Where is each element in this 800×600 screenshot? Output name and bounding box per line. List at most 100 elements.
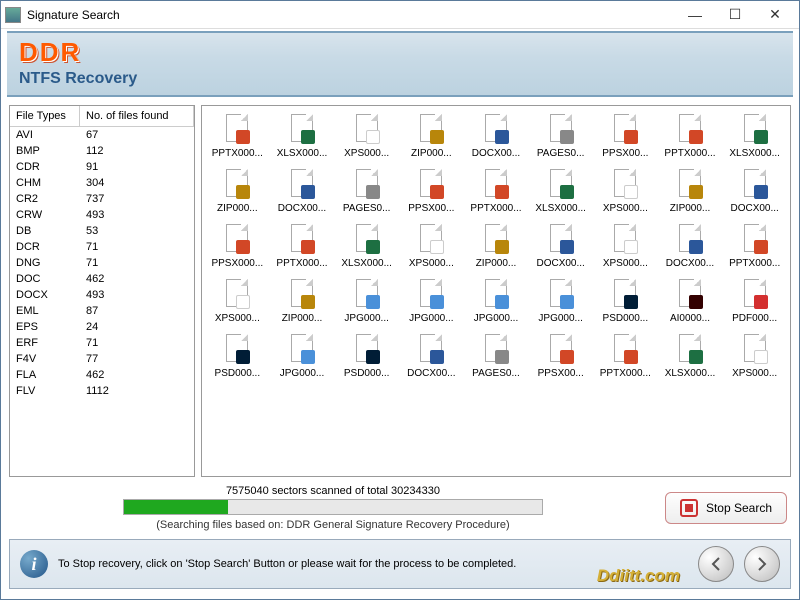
file-item[interactable]: PPTX000... [659, 114, 722, 159]
file-item[interactable]: JPG000... [529, 279, 592, 324]
table-row[interactable]: EML87 [10, 303, 194, 319]
xlsx-badge-icon [301, 130, 315, 144]
file-item[interactable]: XLSX000... [723, 114, 786, 159]
file-item[interactable]: ZIP000... [206, 169, 269, 214]
file-item[interactable]: PPTX000... [465, 169, 528, 214]
col-file-types[interactable]: File Types [10, 106, 80, 126]
file-item[interactable]: PPTX000... [594, 334, 657, 379]
cell-count: 493 [80, 287, 194, 303]
file-item[interactable]: XPS000... [723, 334, 786, 379]
cell-count: 24 [80, 319, 194, 335]
table-row[interactable]: DNG71 [10, 255, 194, 271]
file-item[interactable]: DOCX00... [400, 334, 463, 379]
table-row[interactable]: CR2737 [10, 191, 194, 207]
file-item[interactable]: PSD000... [335, 334, 398, 379]
table-row[interactable]: BMP112 [10, 143, 194, 159]
table-row[interactable]: CRW493 [10, 207, 194, 223]
table-body[interactable]: AVI67BMP112CDR91CHM304CR2737CRW493DB53DC… [10, 127, 194, 476]
file-item[interactable]: DOCX00... [659, 224, 722, 269]
file-item[interactable]: PAGES0... [465, 334, 528, 379]
file-label: PPSX00... [403, 203, 459, 214]
file-item[interactable]: XLSX000... [529, 169, 592, 214]
table-row[interactable]: CDR91 [10, 159, 194, 175]
back-button[interactable] [698, 546, 734, 582]
table-row[interactable]: DOC462 [10, 271, 194, 287]
xps-badge-icon [624, 185, 638, 199]
file-label: PAGES0... [468, 368, 524, 379]
close-button[interactable]: ✕ [755, 2, 795, 28]
file-item[interactable]: PPSX00... [400, 169, 463, 214]
file-item[interactable]: XPS000... [335, 114, 398, 159]
file-icon [612, 169, 638, 199]
file-item[interactable]: JPG000... [465, 279, 528, 324]
maximize-button[interactable]: ☐ [715, 2, 755, 28]
table-row[interactable]: F4V77 [10, 351, 194, 367]
file-item[interactable]: XPS000... [400, 224, 463, 269]
file-item[interactable]: PPSX000... [206, 224, 269, 269]
file-item[interactable]: ZIP000... [659, 169, 722, 214]
file-icon [612, 114, 638, 144]
file-item[interactable]: AI0000... [659, 279, 722, 324]
file-icon [354, 114, 380, 144]
file-item[interactable]: PSD000... [206, 334, 269, 379]
table-row[interactable]: FLA462 [10, 367, 194, 383]
file-item[interactable]: XPS000... [206, 279, 269, 324]
file-icon [354, 334, 380, 364]
file-item[interactable]: JPG000... [400, 279, 463, 324]
file-item[interactable]: PPTX000... [723, 224, 786, 269]
table-row[interactable]: FLV1112 [10, 383, 194, 399]
ppsx-badge-icon [624, 130, 638, 144]
file-item[interactable]: XLSX000... [335, 224, 398, 269]
docx-badge-icon [495, 130, 509, 144]
file-grid-panel[interactable]: PPTX000...XLSX000...XPS000...ZIP000...DO… [201, 105, 791, 477]
file-icon [483, 224, 509, 254]
file-label: XPS000... [339, 148, 395, 159]
cell-type: DNG [10, 255, 80, 271]
file-item[interactable]: PAGES0... [335, 169, 398, 214]
file-item[interactable]: XPS000... [594, 224, 657, 269]
minimize-button[interactable]: ― [675, 2, 715, 28]
cell-count: 462 [80, 367, 194, 383]
file-label: PPTX000... [274, 258, 330, 269]
file-label: XLSX000... [662, 368, 718, 379]
file-item[interactable]: DOCX00... [529, 224, 592, 269]
table-row[interactable]: ERF71 [10, 335, 194, 351]
progress-area: 7575040 sectors scanned of total 3023433… [1, 485, 799, 535]
table-row[interactable]: DCR71 [10, 239, 194, 255]
file-item[interactable]: PPTX000... [206, 114, 269, 159]
stop-search-button[interactable]: Stop Search [665, 492, 787, 524]
ppsx-badge-icon [236, 240, 250, 254]
table-row[interactable]: DOCX493 [10, 287, 194, 303]
file-item[interactable]: JPG000... [271, 334, 334, 379]
file-item[interactable]: PDF000... [723, 279, 786, 324]
table-row[interactable]: AVI67 [10, 127, 194, 143]
forward-button[interactable] [744, 546, 780, 582]
file-item[interactable]: XLSX000... [659, 334, 722, 379]
file-item[interactable]: ZIP000... [465, 224, 528, 269]
file-item[interactable]: XPS000... [594, 169, 657, 214]
jpg-badge-icon [560, 295, 574, 309]
xps-badge-icon [366, 130, 380, 144]
file-icon [742, 279, 768, 309]
file-item[interactable]: PSD000... [594, 279, 657, 324]
main-content: File Types No. of files found AVI67BMP11… [1, 97, 799, 485]
col-count[interactable]: No. of files found [80, 106, 194, 126]
file-icon [548, 114, 574, 144]
progress-fill [124, 500, 229, 514]
file-item[interactable]: DOCX00... [271, 169, 334, 214]
cell-type: DB [10, 223, 80, 239]
file-item[interactable]: ZIP000... [271, 279, 334, 324]
table-row[interactable]: DB53 [10, 223, 194, 239]
file-item[interactable]: DOCX00... [723, 169, 786, 214]
file-item[interactable]: PPSX00... [529, 334, 592, 379]
file-item[interactable]: DOCX00... [465, 114, 528, 159]
file-label: DOCX00... [274, 203, 330, 214]
file-item[interactable]: PPTX000... [271, 224, 334, 269]
file-item[interactable]: PAGES0... [529, 114, 592, 159]
file-item[interactable]: PPSX00... [594, 114, 657, 159]
file-item[interactable]: XLSX000... [271, 114, 334, 159]
table-row[interactable]: CHM304 [10, 175, 194, 191]
file-item[interactable]: ZIP000... [400, 114, 463, 159]
file-item[interactable]: JPG000... [335, 279, 398, 324]
table-row[interactable]: EPS24 [10, 319, 194, 335]
